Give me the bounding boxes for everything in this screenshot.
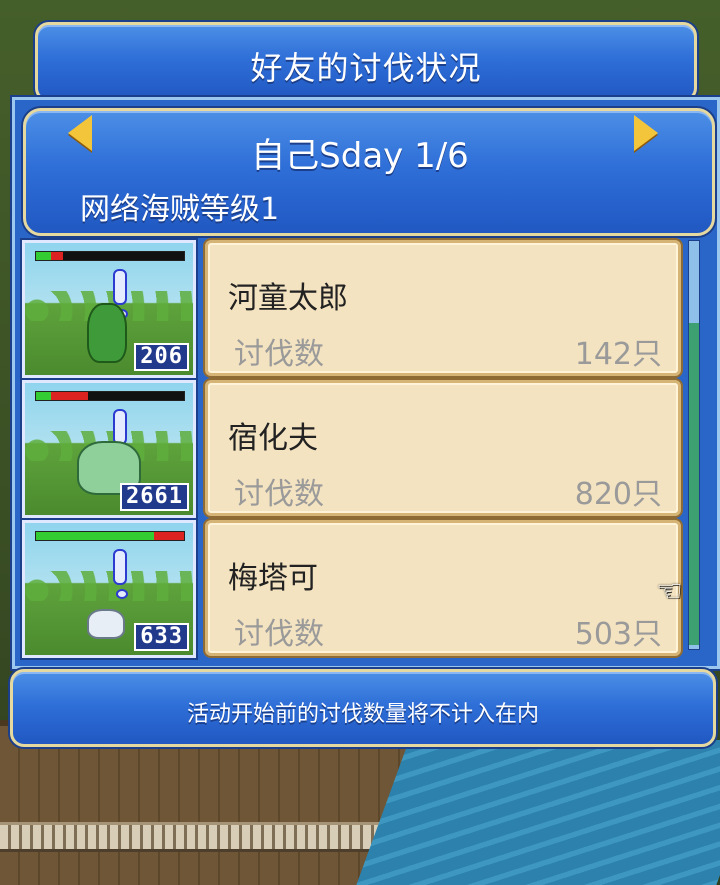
enemy-portrait: 2661	[22, 380, 196, 518]
alert-icon	[113, 549, 128, 599]
sea-water	[350, 740, 720, 885]
enemy-name: 宿化夫	[228, 421, 318, 456]
portrait-count: 2661	[120, 483, 189, 511]
footer-note: 活动开始前的讨伐数量将不计入在内	[186, 702, 539, 727]
enemy-card: 梅塔可 讨伐数 503只	[205, 520, 681, 656]
hand-pointer-icon: ☜	[656, 574, 683, 609]
portrait-count: 633	[134, 623, 189, 651]
enemy-portrait: 206	[22, 240, 196, 378]
kappa-monster-sprite	[87, 303, 127, 363]
kills-value: 503只	[574, 617, 662, 652]
scroll-thumb[interactable]	[689, 323, 699, 645]
hp-bar	[35, 531, 185, 541]
kills-label: 讨伐数	[234, 617, 324, 652]
day-label: 自己Sday 1/6	[251, 136, 469, 176]
enemy-row[interactable]: 206 河童太郎 讨伐数 142只	[22, 240, 682, 378]
alert-icon	[113, 269, 128, 319]
footer-bar: 活动开始前的讨伐数量将不计入在内	[10, 669, 716, 747]
enemy-row[interactable]: 2661 宿化夫 讨伐数 820只	[22, 380, 682, 518]
kills-label: 讨伐数	[234, 337, 324, 372]
ship-railing	[0, 822, 380, 852]
portrait-count: 206	[134, 343, 189, 371]
kills-value: 820只	[574, 477, 662, 512]
title-bar: 好友的讨伐状况	[35, 22, 697, 102]
kills-value: 142只	[574, 337, 662, 372]
enemy-row[interactable]: 633 梅塔可 讨伐数 503只	[22, 520, 682, 658]
alert-icon	[113, 409, 128, 459]
hp-bar	[35, 391, 185, 401]
tree-line	[25, 571, 193, 601]
enemy-card: 河童太郎 讨伐数 142只	[205, 240, 681, 376]
enemy-portrait: 633	[22, 520, 196, 658]
list-scrollbar[interactable]	[688, 240, 700, 650]
hp-bar	[35, 251, 185, 261]
enemy-name: 梅塔可	[228, 561, 318, 596]
pirate-level-label: 网络海贼等级1	[80, 192, 280, 227]
rabbit-monster-sprite	[87, 609, 125, 639]
enemy-name: 河童太郎	[228, 281, 348, 316]
page-title: 好友的讨伐状况	[250, 49, 482, 87]
kills-label: 讨伐数	[234, 477, 324, 512]
enemy-card: 宿化夫 讨伐数 820只	[205, 380, 681, 516]
